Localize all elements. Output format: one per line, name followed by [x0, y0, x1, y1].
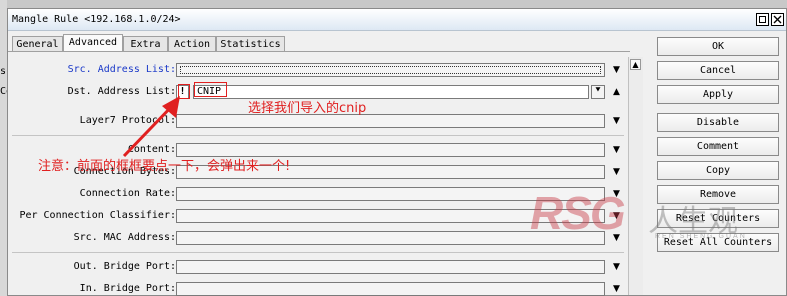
out-bridge-port-dropdown-icon[interactable]: ▼ — [611, 261, 622, 273]
content-dropdown-icon[interactable]: ▼ — [611, 144, 622, 156]
connection-rate-label: Connection Rate: — [79, 188, 176, 199]
out-bridge-port-input[interactable] — [176, 260, 605, 274]
watermark-sub: REN SHENG GUAN — [655, 233, 747, 240]
ok-button[interactable]: OK — [657, 37, 779, 56]
connection-bytes-dropdown-icon[interactable]: ▼ — [611, 166, 622, 178]
src-address-list-dropdown-icon[interactable]: ▼ — [611, 64, 622, 76]
dst-address-list-up-icon[interactable]: ▲ — [611, 86, 622, 98]
out-bridge-port-label: Out. Bridge Port: — [73, 261, 176, 272]
tab-general[interactable]: General — [12, 36, 63, 52]
src-mac-address-label: Src. MAC Address: — [73, 232, 176, 243]
restore-icon[interactable] — [756, 13, 769, 26]
cancel-button[interactable]: Cancel — [657, 61, 779, 80]
copy-button[interactable]: Copy — [657, 161, 779, 180]
in-bridge-port-dropdown-icon[interactable]: ▼ — [611, 283, 622, 295]
scrollbar[interactable]: ▲ — [628, 57, 643, 295]
close-icon[interactable] — [771, 13, 784, 26]
watermark-logo: RSG — [530, 187, 626, 239]
tab-action[interactable]: Action — [168, 36, 216, 52]
tab-divider — [8, 51, 630, 52]
tab-statistics[interactable]: Statistics — [216, 36, 285, 52]
src-address-list-input[interactable] — [176, 63, 605, 77]
in-bridge-port-label: In. Bridge Port: — [79, 283, 176, 294]
dst-address-list-select-icon[interactable]: ⯆ — [591, 85, 605, 99]
section-divider — [12, 135, 624, 136]
tab-advanced[interactable]: Advanced — [63, 34, 123, 52]
layer7-protocol-input[interactable] — [176, 114, 605, 128]
scroll-up-icon[interactable]: ▲ — [630, 59, 641, 70]
title-bar[interactable]: Mangle Rule <192.168.1.0/24> — [8, 9, 786, 31]
disable-button[interactable]: Disable — [657, 113, 779, 132]
section-divider — [12, 252, 624, 253]
apply-button[interactable]: Apply — [657, 85, 779, 104]
annotation-select-cnip: 选择我们导入的cnip — [248, 101, 367, 116]
window-title: Mangle Rule <192.168.1.0/24> — [12, 14, 181, 25]
annotation-arrow-icon — [122, 96, 180, 158]
annotation-highlight-cnip — [194, 82, 227, 97]
background-window-fragment: s Co — [0, 0, 12, 296]
focus-outline — [180, 66, 601, 74]
comment-button[interactable]: Comment — [657, 137, 779, 156]
tab-extra[interactable]: Extra — [123, 36, 168, 52]
src-address-list-label: Src. Address List: — [67, 64, 176, 75]
layer7-protocol-dropdown-icon[interactable]: ▼ — [611, 115, 622, 127]
in-bridge-port-input[interactable] — [176, 282, 605, 296]
per-connection-classifier-label: Per Connection Classifier: — [19, 210, 176, 221]
background-text: s — [0, 66, 7, 77]
